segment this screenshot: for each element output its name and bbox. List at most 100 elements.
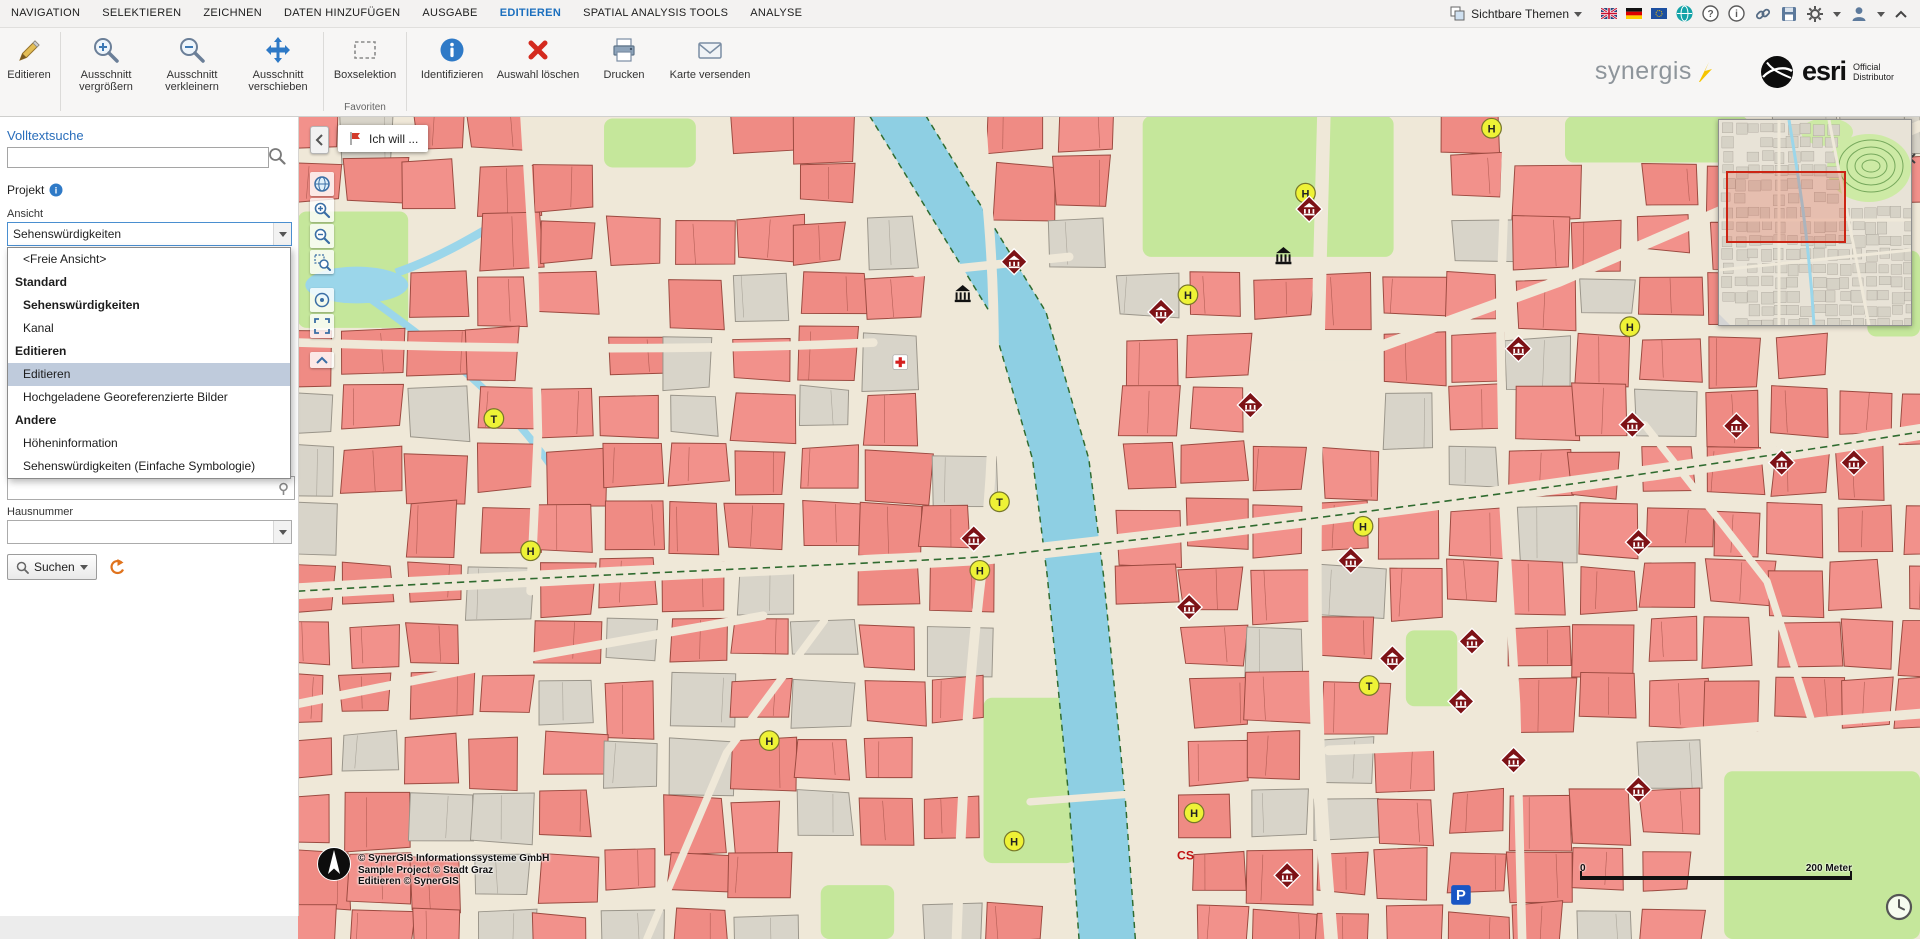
editieren-button[interactable]: Editieren [0,31,58,81]
reset-icon[interactable] [107,558,126,576]
tab-daten-hinzufuegen[interactable]: DATEN HINZUFÜGEN [273,0,411,27]
map-marker-poi[interactable]: H [1184,803,1204,823]
svg-text:i: i [55,186,58,196]
i-will-label: Ich will ... [369,132,418,146]
svg-text:CS: CS [1177,848,1194,862]
map-marker-poi[interactable]: H [1178,285,1198,305]
esri-logo: esri OfficialDistributor [1759,54,1894,90]
search-icon[interactable] [268,147,286,165]
user-icon[interactable] [1850,5,1868,23]
overview-resize-handle[interactable] [1719,314,1730,325]
map-marker-label[interactable]: CS [1177,848,1194,862]
dropdown-item-editieren[interactable]: Editieren [8,363,290,386]
svg-text:H: H [1184,290,1192,302]
svg-text:H: H [1626,322,1634,334]
tab-navigation[interactable]: NAVIGATION [0,0,91,27]
flag-de-icon[interactable] [1626,5,1642,23]
collapse-ribbon-icon[interactable] [1894,5,1908,23]
map-marker-pharmacy[interactable] [893,355,908,370]
search-button[interactable]: Suchen [7,554,97,580]
center-map-button[interactable] [310,288,334,312]
zoom-in-button[interactable]: Ausschnitt vergrößern [63,31,149,93]
i-will-button[interactable]: Ich will ... [338,125,428,152]
chevron-down-icon [1877,12,1885,21]
map-zoom-out-button[interactable] [310,224,334,248]
view-combobox-dropdown-button[interactable] [273,223,291,245]
dropdown-item-einfache-symbologie[interactable]: Sehenswürdigkeiten (Einfache Symbologie) [8,455,290,478]
toolbar-collapse-button[interactable] [310,352,334,368]
tab-editieren[interactable]: EDITIEREN [489,0,572,27]
help-icon[interactable]: ? [1702,5,1719,23]
dropdown-item-hoeheninformation[interactable]: Höheninformation [8,432,290,455]
save-icon[interactable] [1781,5,1797,23]
map-marker-poi[interactable]: H [521,541,541,561]
tab-zeichnen[interactable]: ZEICHNEN [192,0,273,27]
previous-extent-button[interactable] [310,314,334,338]
tab-ausgabe[interactable]: AUSGABE [411,0,488,27]
dropdown-item-kanal[interactable]: Kanal [8,317,290,340]
map-marker-poi[interactable]: T [1359,676,1379,696]
map-marker-poi[interactable]: H [970,561,990,581]
housenumber-combobox[interactable] [7,520,292,544]
gear-icon[interactable] [1806,5,1824,23]
globe-icon[interactable] [1676,5,1693,23]
view-combobox-value: Sehenswürdigkeiten [8,227,273,241]
synergis-bolt-icon [1695,62,1713,82]
clear-selection-icon [495,34,581,66]
sidebar-collapse-button[interactable] [310,126,329,154]
svg-text:T: T [490,414,497,426]
time-slider-button[interactable] [1884,892,1914,922]
view-combobox[interactable]: Sehenswürdigkeiten [7,222,292,246]
pencil-icon [0,34,58,66]
map-canvas[interactable]: HHHHHHHHHHTTTPCS [298,116,1920,939]
street-input[interactable] [7,476,295,500]
dropdown-item-sehenswuerdigkeiten[interactable]: Sehenswürdigkeiten [8,294,290,317]
info-icon[interactable]: i [1728,5,1745,23]
editieren-label: Editieren [0,69,58,81]
box-select-button[interactable]: Boxselektion [326,31,404,81]
print-button[interactable]: Drucken [581,31,667,81]
dropdown-item-freie-ansicht[interactable]: <Freie Ansicht> [8,248,290,271]
sidebar-panel: Volltextsuche Projekt i Ansicht Sehenswü… [0,116,299,916]
map-zoom-in-button[interactable] [310,198,334,222]
view-dropdown-list: <Freie Ansicht> Standard Sehenswürdigkei… [7,247,291,479]
flag-uk-icon[interactable] [1601,5,1617,23]
fulltext-search-input[interactable] [7,147,269,168]
svg-text:H: H [765,736,773,748]
identify-button[interactable]: Identifizieren [409,31,495,81]
map-marker-poi[interactable]: H [1353,516,1373,536]
flag-icon [348,131,363,146]
locate-icon[interactable] [276,481,291,496]
project-info-icon[interactable]: i [49,183,63,197]
fulltext-search-title[interactable]: Volltextsuche [7,128,84,143]
visible-themes-button[interactable]: Sichtbare Themen [1450,5,1582,23]
send-map-button[interactable]: Karte versenden [667,31,753,81]
dropdown-item-georeferenzierte-bilder[interactable]: Hochgeladene Georeferenzierte Bilder [8,386,290,409]
clear-selection-button[interactable]: Auswahl löschen [495,31,581,81]
map-marker-poi[interactable]: T [484,409,504,429]
chevron-down-icon [1833,12,1841,21]
box-select-icon [326,34,404,66]
map-marker-poi[interactable]: T [990,492,1010,512]
overview-map[interactable] [1718,119,1912,326]
zoom-out-button[interactable]: Ausschnitt verkleinern [149,31,235,93]
link-icon[interactable] [1754,5,1772,23]
map-marker-poi[interactable]: H [1482,118,1502,138]
flag-eu-icon[interactable] [1651,5,1667,23]
map-area[interactable]: HHHHHHHHHHTTTPCS Ich will ... © SynerGIS… [298,116,1920,939]
tab-selektieren[interactable]: SELEKTIEREN [91,0,192,27]
tab-spatial-analysis[interactable]: SPATIAL ANALYSIS TOOLS [572,0,739,27]
full-extent-button[interactable] [310,172,334,196]
map-marker-poi[interactable]: H [1004,831,1024,851]
map-marker-parking[interactable]: P [1451,885,1471,905]
housenumber-dropdown-button[interactable] [273,521,291,543]
svg-text:i: i [1735,9,1738,20]
esri-logo-text: esri [1802,56,1846,87]
zoom-window-button[interactable] [310,250,334,274]
pan-button[interactable]: Ausschnitt verschieben [235,31,321,93]
map-marker-poi[interactable]: H [760,731,780,751]
send-map-icon [667,34,753,66]
map-marker-poi[interactable]: H [1620,317,1640,337]
tab-analyse[interactable]: ANALYSE [739,0,813,27]
ribbon-divider [60,32,61,111]
